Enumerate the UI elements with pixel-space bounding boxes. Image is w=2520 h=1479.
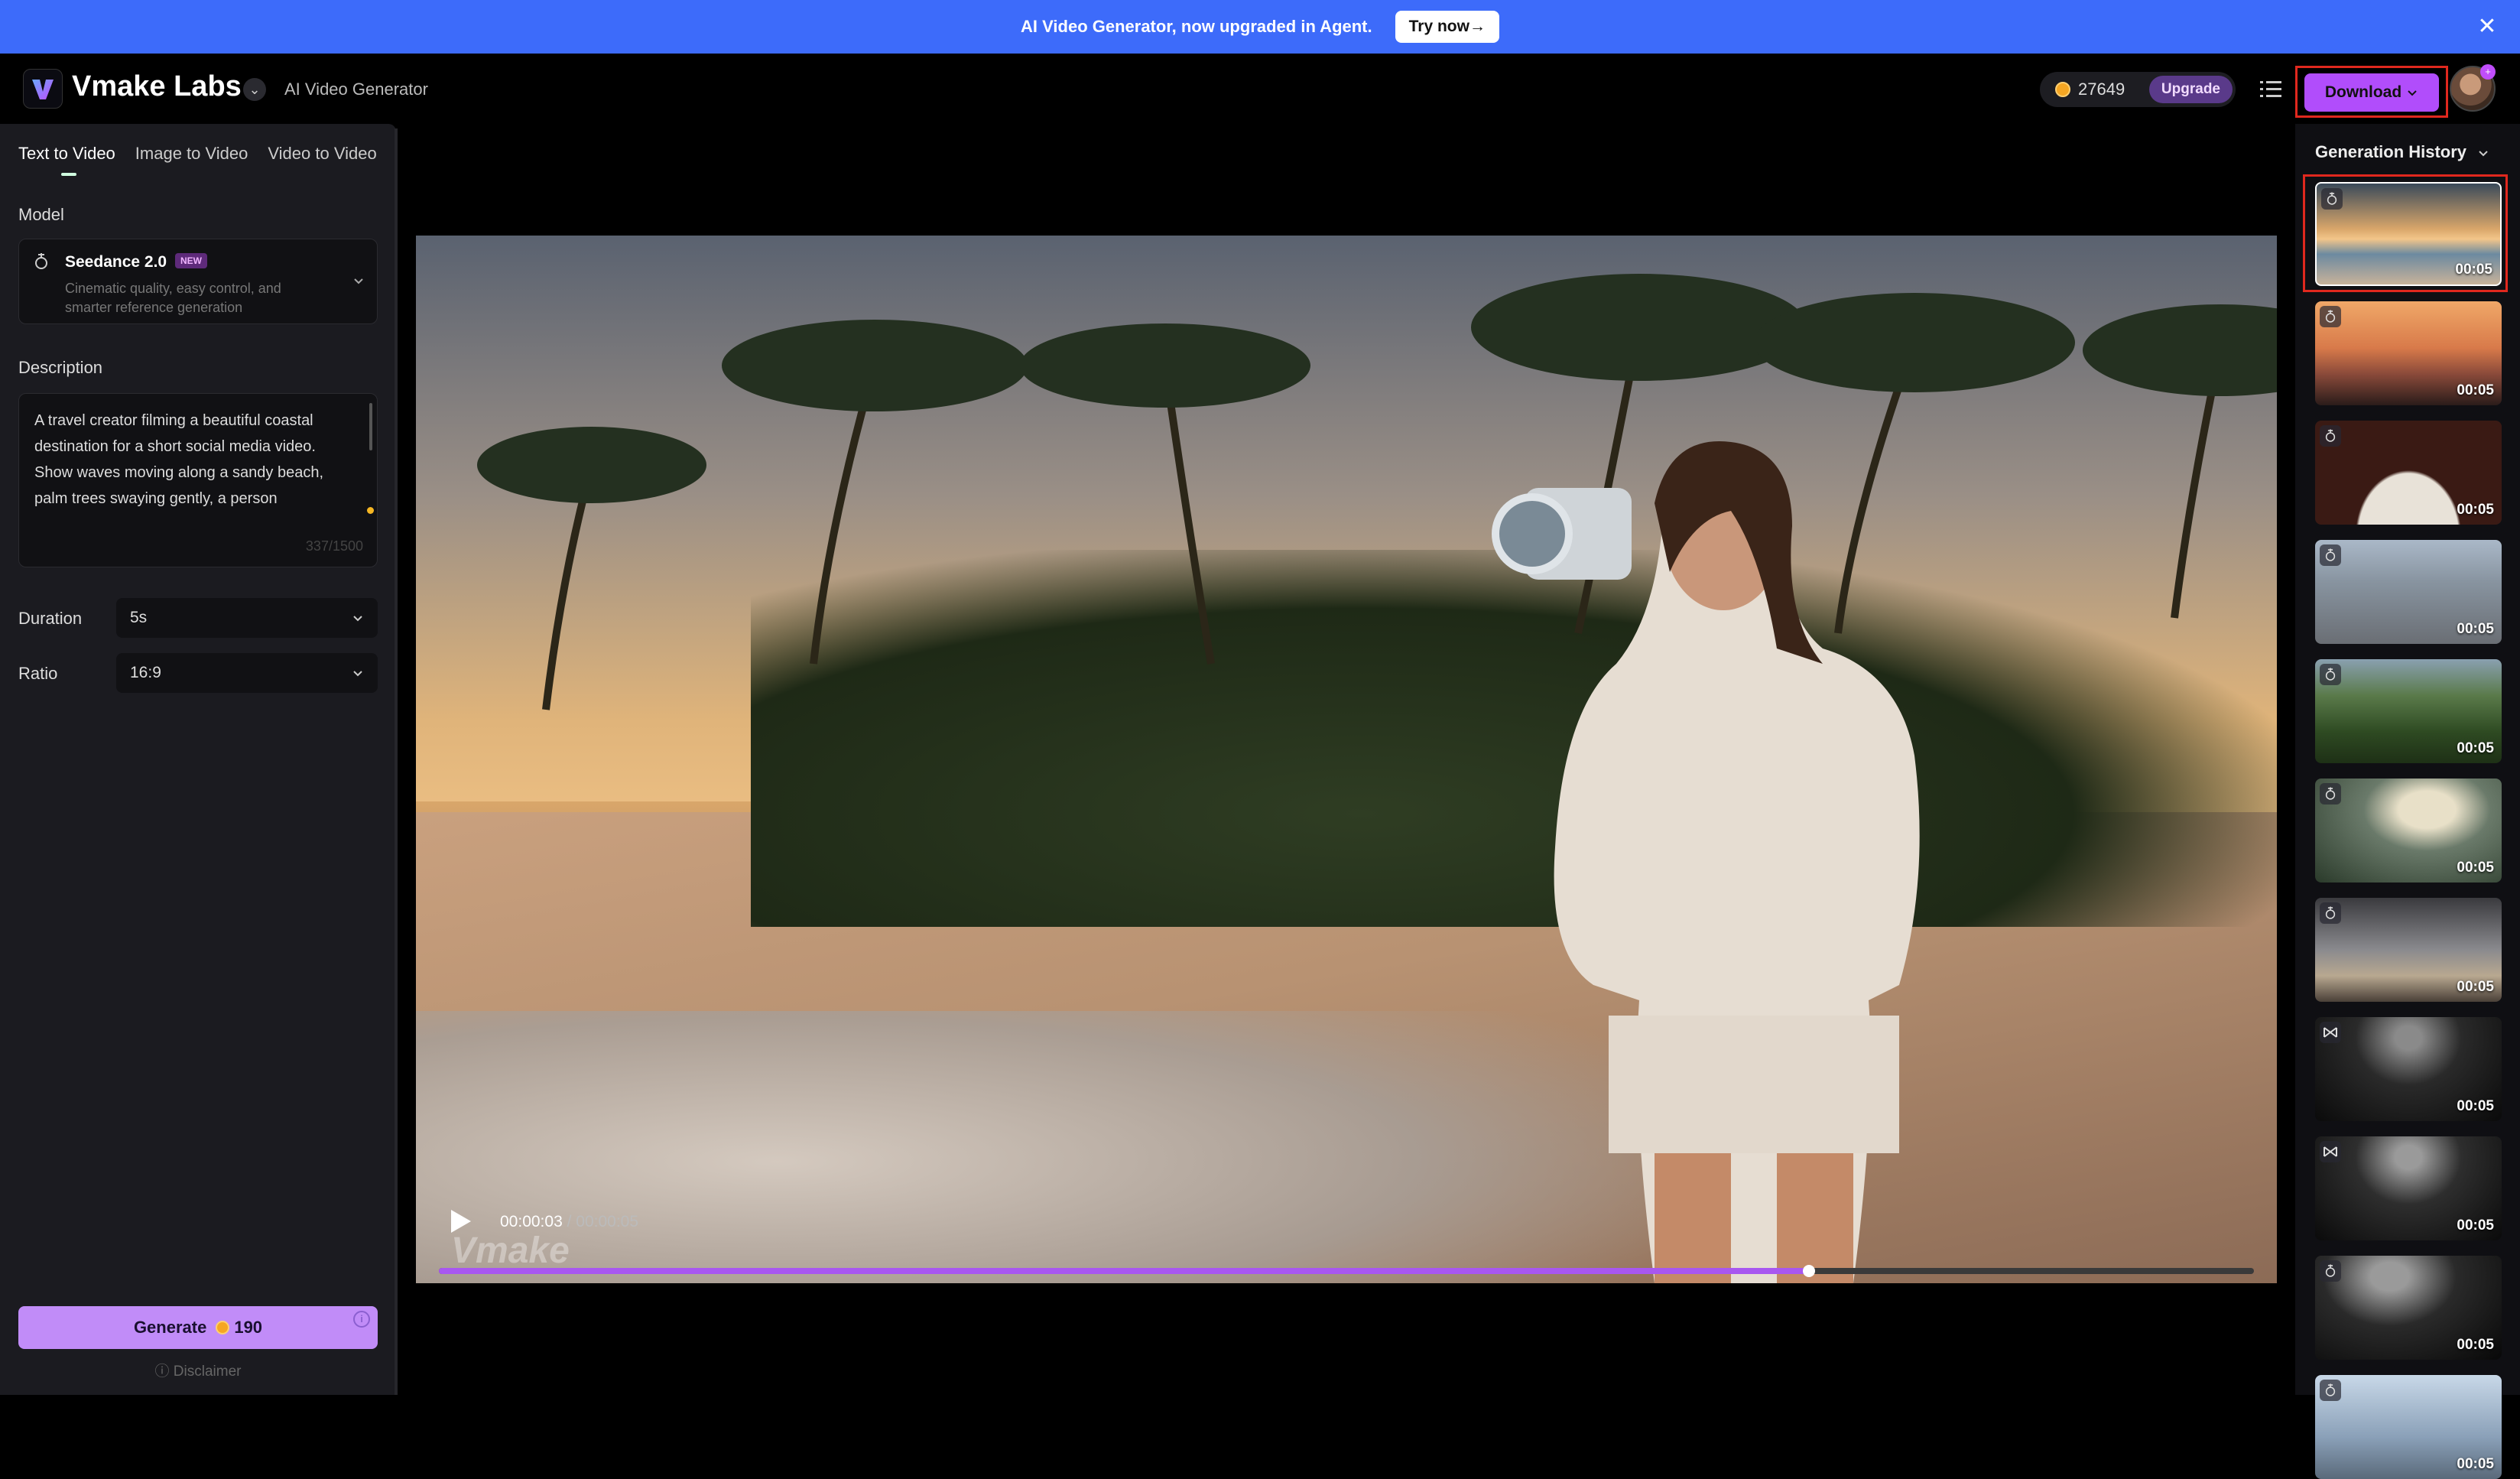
history-thumbnail[interactable]: 00:05 — [2315, 421, 2502, 525]
chevron-down-icon — [2479, 151, 2488, 157]
tab-text-to-video[interactable]: Text to Video — [18, 144, 115, 164]
upgrade-button[interactable]: Upgrade — [2148, 76, 2233, 103]
chevron-down-icon — [353, 616, 362, 622]
history-thumbnail[interactable]: 00:05 — [2315, 301, 2502, 405]
chevron-down-icon — [2408, 90, 2417, 96]
panel-divider[interactable] — [395, 128, 398, 1395]
close-icon[interactable]: ✕ — [2474, 14, 2500, 40]
info-icon[interactable]: i — [353, 1311, 370, 1328]
kling-icon — [2320, 1141, 2341, 1162]
time-current: 00:00:03 — [500, 1213, 563, 1230]
playback-time: 00:00:03 / 00:00:05 — [500, 1213, 638, 1231]
coin-icon — [2055, 82, 2070, 97]
seedance-icon — [2320, 544, 2341, 566]
download-button[interactable]: Download — [2304, 73, 2439, 112]
history-thumbnail[interactable]: 00:05 — [2315, 540, 2502, 644]
history-thumbnail[interactable]: 00:05 — [2315, 1375, 2502, 1479]
seedance-icon — [2320, 902, 2341, 924]
history-thumbnail[interactable]: 00:05 — [2315, 779, 2502, 883]
history-thumbnail[interactable]: 00:05 — [2315, 898, 2502, 1002]
seedance-icon — [2320, 664, 2341, 685]
promo-banner: AI Video Generator, now upgraded in Agen… — [0, 0, 2520, 54]
chevron-down-icon[interactable]: ⌄ — [243, 78, 266, 101]
chevron-down-icon — [353, 671, 362, 677]
model-name: Seedance 2.0 — [65, 253, 167, 271]
disclaimer-link[interactable]: ⓘ Disclaimer — [0, 1360, 396, 1380]
progress-fill — [439, 1268, 1810, 1274]
history-thumbnail[interactable]: 00:05 — [2315, 182, 2502, 286]
try-now-button[interactable]: Try now→ — [1395, 11, 1499, 43]
seedance-icon — [35, 253, 47, 269]
history-thumbnail[interactable]: 00:05 — [2315, 1256, 2502, 1360]
thumbnail-duration: 00:05 — [2457, 1098, 2494, 1114]
person-with-camera — [1492, 441, 1920, 1283]
model-selector[interactable]: Seedance 2.0 NEW Cinematic quality, easy… — [18, 239, 378, 324]
ratio-label: Ratio — [18, 664, 58, 683]
seedance-icon — [2320, 783, 2341, 805]
list-icon[interactable] — [2260, 80, 2281, 99]
description-scrollbar[interactable] — [369, 403, 372, 450]
tab-image-to-video[interactable]: Image to Video — [135, 144, 248, 164]
thumbnail-duration: 00:05 — [2457, 979, 2494, 995]
duration-label: Duration — [18, 609, 83, 628]
seedance-icon — [2320, 306, 2341, 327]
thumbnail-duration: 00:05 — [2457, 1337, 2494, 1353]
time-total: / 00:00:05 — [567, 1213, 639, 1230]
vmake-watermark: Vmake — [451, 1230, 570, 1271]
progress-bar[interactable] — [439, 1265, 2254, 1277]
coin-icon — [216, 1321, 230, 1334]
chevron-down-icon — [354, 278, 363, 284]
vmake-logo-icon[interactable] — [23, 69, 63, 109]
seedance-icon — [2320, 425, 2341, 447]
duration-value: 5s — [130, 609, 148, 626]
generation-history-panel: Generation History 00:05 00:05 00:05 00:05 0… — [2295, 124, 2520, 1479]
history-title[interactable]: Generation History — [2315, 142, 2489, 162]
kling-icon — [2320, 1022, 2341, 1043]
page-subtitle: AI Video Generator — [284, 80, 428, 99]
seedance-icon — [2321, 188, 2343, 210]
active-tab-indicator — [61, 173, 76, 176]
description-text[interactable]: A travel creator filming a beautiful coa… — [34, 408, 356, 512]
thumbnail-duration: 00:05 — [2457, 502, 2494, 518]
brand-name[interactable]: Vmake Labs — [72, 70, 242, 103]
history-thumbnail[interactable]: 00:05 — [2315, 1136, 2502, 1240]
generate-label: Generate — [133, 1318, 207, 1337]
history-title-label: Generation History — [2315, 142, 2467, 161]
history-thumbnail[interactable]: 00:05 — [2315, 659, 2502, 763]
avatar-badge: + — [2480, 64, 2496, 80]
generation-settings-panel: Text to Video Image to Video Video to Vi… — [0, 124, 396, 1395]
palm-trees-illustration — [477, 274, 2277, 710]
model-description: Cinematic quality, easy control, and sma… — [65, 281, 281, 315]
description-input[interactable]: A travel creator filming a beautiful coa… — [18, 393, 378, 567]
generate-cost: 190 — [234, 1318, 263, 1337]
history-thumbnail[interactable]: 00:05 — [2315, 1017, 2502, 1121]
mode-tabs: Text to Video Image to Video Video to Vi… — [18, 144, 377, 164]
seedance-icon — [2320, 1260, 2341, 1282]
new-badge: NEW — [175, 253, 207, 268]
ratio-value: 16:9 — [130, 664, 161, 681]
tab-video-to-video[interactable]: Video to Video — [268, 144, 376, 164]
thumbnail-duration: 00:05 — [2457, 621, 2494, 637]
model-label: Model — [18, 205, 64, 224]
credits-pill[interactable]: 27649 Upgrade — [2040, 72, 2236, 107]
thumbnail-duration: 00:05 — [2457, 740, 2494, 756]
ratio-select[interactable]: 16:9 — [116, 653, 378, 693]
play-icon[interactable] — [450, 1208, 472, 1234]
description-label: Description — [18, 358, 103, 377]
video-player[interactable]: Vmake 00:00:03 / 00:00:05 — [416, 236, 2277, 1283]
thumbnail-duration: 00:05 — [2457, 860, 2494, 876]
char-count: 337/1500 — [305, 538, 363, 554]
banner-text: AI Video Generator, now upgraded in Agen… — [1021, 17, 1372, 36]
generate-button[interactable]: Generate 190 i — [18, 1306, 378, 1349]
download-label: Download — [2324, 83, 2402, 101]
seedance-icon — [2320, 1380, 2341, 1401]
thumbnail-duration: 00:05 — [2457, 1217, 2494, 1234]
thumbnail-duration: 00:05 — [2455, 262, 2492, 278]
app-header: Vmake Labs ⌄ AI Video Generator 27649 Up… — [0, 54, 2520, 124]
status-dot — [367, 507, 374, 514]
duration-select[interactable]: 5s — [116, 598, 378, 638]
credits-count: 27649 — [2078, 80, 2125, 99]
thumbnail-duration: 00:05 — [2457, 1456, 2494, 1472]
thumbnail-duration: 00:05 — [2457, 382, 2494, 398]
